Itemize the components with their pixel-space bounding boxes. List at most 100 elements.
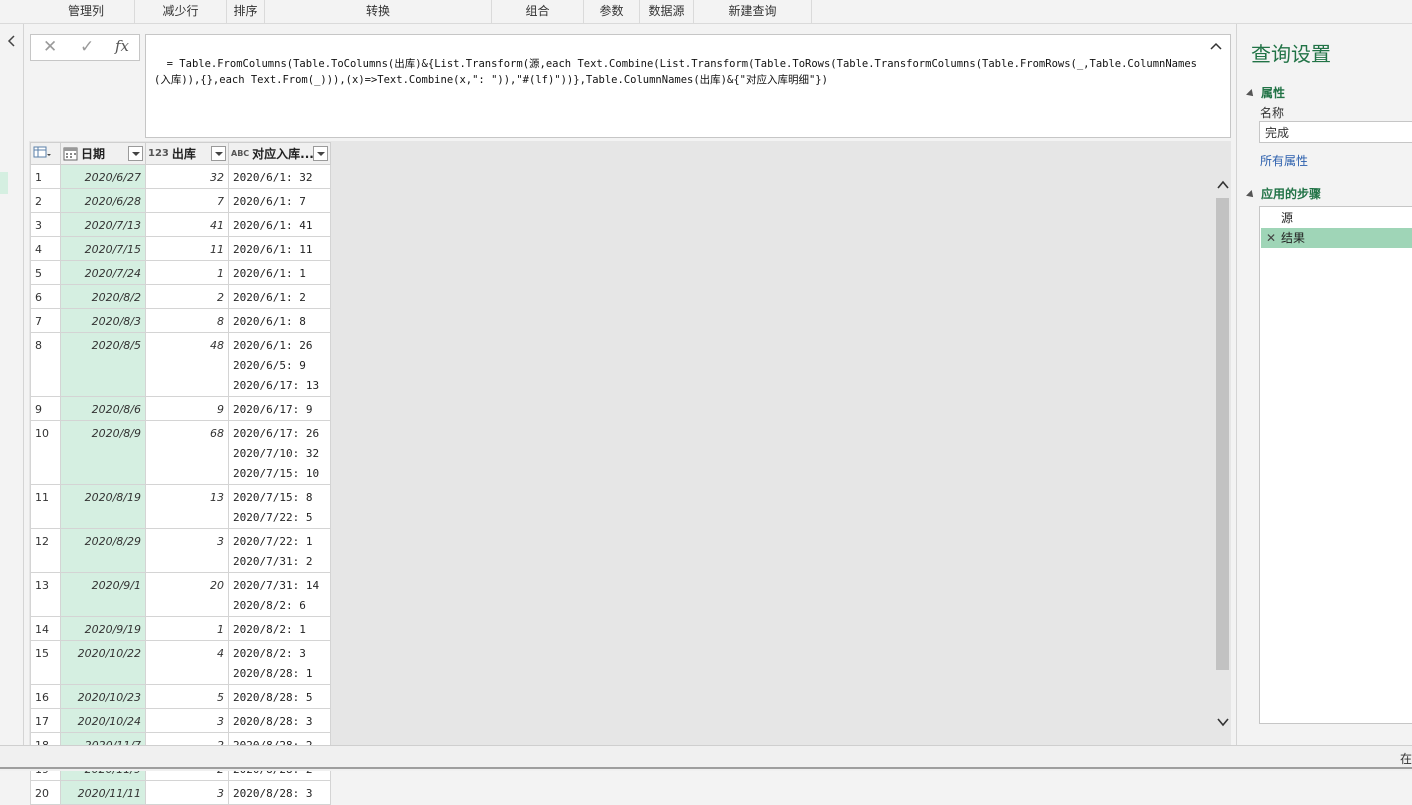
row-number[interactable]: 7 bbox=[30, 308, 61, 333]
scroll-up-icon[interactable] bbox=[1216, 178, 1230, 192]
row-number[interactable]: 8 bbox=[30, 332, 61, 397]
table-row[interactable]: 7 2020/8/3 8 2020/6/1: 8 bbox=[30, 308, 331, 333]
applied-step-source[interactable]: 源 bbox=[1261, 208, 1412, 228]
cell-date[interactable]: 2020/7/15 bbox=[60, 236, 146, 261]
grid-vertical-scrollbar[interactable] bbox=[1214, 164, 1231, 745]
table-row[interactable]: 9 2020/8/6 9 2020/6/17: 9 bbox=[30, 396, 331, 421]
scroll-down-icon[interactable] bbox=[1216, 715, 1230, 729]
cell-date[interactable]: 2020/7/24 bbox=[60, 260, 146, 285]
column-header-date[interactable]: 日期 bbox=[60, 142, 146, 165]
row-number[interactable]: 11 bbox=[30, 484, 61, 529]
cell-out[interactable]: 2 bbox=[145, 284, 229, 309]
row-number[interactable]: 14 bbox=[30, 616, 61, 641]
cell-detail[interactable]: 2020/6/1: 2 bbox=[228, 284, 331, 309]
cell-date[interactable]: 2020/8/2 bbox=[60, 284, 146, 309]
column-header-detail[interactable]: ABC 对应入库... bbox=[228, 142, 331, 165]
row-number[interactable]: 9 bbox=[30, 396, 61, 421]
cell-date[interactable]: 2020/10/22 bbox=[60, 640, 146, 685]
table-menu-icon[interactable] bbox=[30, 142, 61, 165]
cell-out[interactable]: 8 bbox=[145, 308, 229, 333]
cell-detail[interactable]: 2020/8/28: 3 bbox=[228, 708, 331, 733]
cell-out[interactable]: 68 bbox=[145, 420, 229, 485]
table-row[interactable]: 13 2020/9/1 20 2020/7/31: 14 2020/8/2: 6 bbox=[30, 572, 331, 617]
applied-step-result[interactable]: ✕ 结果 bbox=[1261, 228, 1412, 248]
ribbon-group-transform[interactable]: 转换 bbox=[265, 0, 492, 23]
applied-steps-section-header[interactable]: 应用的步骤 bbox=[1246, 185, 1321, 202]
row-number[interactable]: 6 bbox=[30, 284, 61, 309]
cell-detail[interactable]: 2020/6/1: 7 bbox=[228, 188, 331, 213]
cell-out[interactable]: 5 bbox=[145, 684, 229, 709]
table-row[interactable]: 17 2020/10/24 3 2020/8/28: 3 bbox=[30, 708, 331, 733]
cell-out[interactable]: 3 bbox=[145, 528, 229, 573]
cell-date[interactable]: 2020/8/19 bbox=[60, 484, 146, 529]
all-properties-link[interactable]: 所有属性 bbox=[1260, 152, 1308, 169]
cell-date[interactable]: 2020/6/28 bbox=[60, 188, 146, 213]
cell-date[interactable]: 2020/8/3 bbox=[60, 308, 146, 333]
cell-date[interactable]: 2020/11/11 bbox=[60, 780, 146, 805]
ribbon-group-combine[interactable]: 组合 bbox=[492, 0, 584, 23]
table-row[interactable]: 16 2020/10/23 5 2020/8/28: 5 bbox=[30, 684, 331, 709]
table-row[interactable]: 20 2020/11/11 3 2020/8/28: 3 bbox=[30, 780, 331, 805]
cell-out[interactable]: 1 bbox=[145, 616, 229, 641]
ribbon-group-parameters[interactable]: 参数 bbox=[584, 0, 640, 23]
row-number[interactable]: 13 bbox=[30, 572, 61, 617]
cancel-icon[interactable]: ✕ bbox=[43, 37, 57, 57]
cell-detail[interactable]: 2020/6/1: 32 bbox=[228, 164, 331, 189]
column-filter-dropdown-out[interactable] bbox=[211, 146, 226, 161]
row-number[interactable]: 5 bbox=[30, 260, 61, 285]
table-row[interactable]: 4 2020/7/15 11 2020/6/1: 11 bbox=[30, 236, 331, 261]
table-row[interactable]: 14 2020/9/19 1 2020/8/2: 1 bbox=[30, 616, 331, 641]
cell-detail[interactable]: 2020/8/28: 5 bbox=[228, 684, 331, 709]
cell-out[interactable]: 20 bbox=[145, 572, 229, 617]
scrollbar-thumb[interactable] bbox=[1216, 198, 1229, 670]
ribbon-group-sort[interactable]: 排序 bbox=[227, 0, 265, 23]
cell-detail[interactable]: 2020/8/2: 3 2020/8/28: 1 bbox=[228, 640, 331, 685]
table-row[interactable]: 12 2020/8/29 3 2020/7/22: 1 2020/7/31: 2 bbox=[30, 528, 331, 573]
cell-detail[interactable]: 2020/8/2: 1 bbox=[228, 616, 331, 641]
cell-date[interactable]: 2020/8/5 bbox=[60, 332, 146, 397]
cell-detail[interactable]: 2020/6/17: 9 bbox=[228, 396, 331, 421]
row-number[interactable]: 16 bbox=[30, 684, 61, 709]
chevron-left-icon[interactable] bbox=[6, 34, 18, 48]
table-row[interactable]: 6 2020/8/2 2 2020/6/1: 2 bbox=[30, 284, 331, 309]
cell-out[interactable]: 9 bbox=[145, 396, 229, 421]
cell-date[interactable]: 2020/9/1 bbox=[60, 572, 146, 617]
table-row[interactable]: 5 2020/7/24 1 2020/6/1: 1 bbox=[30, 260, 331, 285]
row-number[interactable]: 12 bbox=[30, 528, 61, 573]
cell-out[interactable]: 7 bbox=[145, 188, 229, 213]
cell-out[interactable]: 3 bbox=[145, 708, 229, 733]
cell-out[interactable]: 11 bbox=[145, 236, 229, 261]
table-row[interactable]: 11 2020/8/19 13 2020/7/15: 8 2020/7/22: 5 bbox=[30, 484, 331, 529]
row-number[interactable]: 2 bbox=[30, 188, 61, 213]
cell-date[interactable]: 2020/10/24 bbox=[60, 708, 146, 733]
column-filter-dropdown-date[interactable] bbox=[128, 146, 143, 161]
cell-detail[interactable]: 2020/6/1: 1 bbox=[228, 260, 331, 285]
cell-out[interactable]: 3 bbox=[145, 780, 229, 805]
cell-detail[interactable]: 2020/6/1: 26 2020/6/5: 9 2020/6/17: 13 bbox=[228, 332, 331, 397]
table-row[interactable]: 3 2020/7/13 41 2020/6/1: 41 bbox=[30, 212, 331, 237]
cell-out[interactable]: 4 bbox=[145, 640, 229, 685]
row-number[interactable]: 3 bbox=[30, 212, 61, 237]
cell-date[interactable]: 2020/6/27 bbox=[60, 164, 146, 189]
cell-out[interactable]: 41 bbox=[145, 212, 229, 237]
cell-date[interactable]: 2020/8/9 bbox=[60, 420, 146, 485]
properties-section-header[interactable]: 属性 bbox=[1246, 84, 1285, 101]
ribbon-group-data-source[interactable]: 数据源 bbox=[640, 0, 694, 23]
ribbon-group-reduce-rows[interactable]: 减少行 bbox=[135, 0, 227, 23]
cell-detail[interactable]: 2020/6/1: 41 bbox=[228, 212, 331, 237]
row-number[interactable]: 1 bbox=[30, 164, 61, 189]
cell-detail[interactable]: 2020/6/17: 26 2020/7/10: 32 2020/7/15: 10 bbox=[228, 420, 331, 485]
ribbon-group-new-query[interactable]: 新建查询 bbox=[694, 0, 812, 23]
formula-editor[interactable]: = Table.FromColumns(Table.ToColumns(出库)&… bbox=[145, 34, 1231, 138]
table-row[interactable]: 2 2020/6/28 7 2020/6/1: 7 bbox=[30, 188, 331, 213]
cell-out[interactable]: 32 bbox=[145, 164, 229, 189]
row-number[interactable]: 4 bbox=[30, 236, 61, 261]
cell-detail[interactable]: 2020/7/15: 8 2020/7/22: 5 bbox=[228, 484, 331, 529]
table-row[interactable]: 8 2020/8/5 48 2020/6/1: 26 2020/6/5: 9 2020/6… bbox=[30, 332, 331, 397]
cell-date[interactable]: 2020/10/23 bbox=[60, 684, 146, 709]
formula-text[interactable]: = Table.FromColumns(Table.ToColumns(出库)&… bbox=[154, 58, 1197, 86]
cell-detail[interactable]: 2020/6/1: 8 bbox=[228, 308, 331, 333]
delete-step-icon[interactable]: ✕ bbox=[1266, 228, 1276, 248]
cell-out[interactable]: 13 bbox=[145, 484, 229, 529]
row-number[interactable]: 17 bbox=[30, 708, 61, 733]
